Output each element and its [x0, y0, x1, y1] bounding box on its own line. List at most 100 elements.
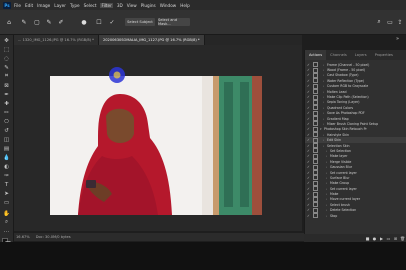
- dialog-toggle-icon[interactable]: [313, 202, 318, 208]
- check-icon[interactable]: ✓: [307, 106, 312, 110]
- dialog-toggle-icon[interactable]: [313, 180, 318, 186]
- dialog-toggle-icon[interactable]: [313, 121, 318, 127]
- collapse-panels-icon[interactable]: »: [396, 36, 406, 42]
- dialog-toggle-icon[interactable]: [313, 143, 318, 149]
- move-tool-icon[interactable]: ✥: [2, 37, 11, 44]
- path-select-tool-icon[interactable]: ➤: [2, 190, 11, 197]
- check-icon[interactable]: ✓: [307, 214, 312, 218]
- dialog-toggle-icon[interactable]: [313, 99, 318, 105]
- check-icon[interactable]: ✓: [307, 144, 312, 148]
- pen-tool-icon[interactable]: ✑: [2, 172, 11, 179]
- tab-properties[interactable]: Properties: [371, 50, 397, 60]
- menu-view[interactable]: View: [127, 3, 137, 8]
- check-icon[interactable]: ✓: [307, 63, 312, 67]
- check-icon[interactable]: ✓: [307, 154, 312, 158]
- menu-help[interactable]: Help: [180, 3, 190, 8]
- dialog-toggle-icon[interactable]: [313, 196, 318, 202]
- menu-type[interactable]: Type: [70, 3, 80, 8]
- eraser-tool-icon[interactable]: ◫: [2, 136, 11, 143]
- dialog-toggle-icon[interactable]: [313, 207, 318, 213]
- check-icon[interactable]: ✓: [307, 122, 312, 126]
- tab-document-1[interactable]: ... 1320_IMG_1126.JPG @ 16.7% (RGB/8) *: [14, 35, 99, 45]
- dialog-toggle-icon[interactable]: [313, 110, 318, 116]
- dialog-toggle-icon[interactable]: [313, 153, 318, 159]
- select-and-mask-button[interactable]: Select and Mask...: [158, 18, 190, 26]
- dialog-toggle-icon[interactable]: [313, 164, 318, 170]
- new-selection-icon[interactable]: ▢: [33, 18, 41, 26]
- check-icon[interactable]: ✓: [307, 187, 312, 191]
- dialog-toggle-icon[interactable]: [313, 116, 318, 122]
- clone-stamp-icon[interactable]: ⎔: [2, 118, 11, 125]
- new-action-icon[interactable]: ⊞: [392, 236, 399, 241]
- zoom-level[interactable]: 16.67%: [16, 235, 30, 239]
- frame-tool-icon[interactable]: ⊠: [2, 82, 11, 89]
- check-icon[interactable]: ✓: [307, 197, 312, 201]
- check-icon[interactable]: ✓: [307, 79, 312, 83]
- dialog-toggle-icon[interactable]: [313, 159, 318, 165]
- lasso-tool-icon[interactable]: ◌: [2, 55, 11, 62]
- check-icon[interactable]: ✓: [307, 160, 312, 164]
- check-icon[interactable]: ✓: [307, 95, 312, 99]
- menu-file[interactable]: File: [14, 3, 21, 8]
- dialog-toggle-icon[interactable]: [313, 78, 318, 84]
- hand-tool-icon[interactable]: ✋: [2, 210, 11, 217]
- record-icon[interactable]: ●: [371, 236, 378, 241]
- photoshop-logo[interactable]: Ps: [3, 1, 11, 9]
- healing-brush-icon[interactable]: ✚: [2, 100, 11, 107]
- check-icon[interactable]: ✓: [307, 117, 312, 121]
- menu-layer[interactable]: Layer: [54, 3, 66, 8]
- dialog-toggle-icon[interactable]: [313, 148, 318, 154]
- check-icon[interactable]: ✓: [307, 176, 312, 180]
- new-set-icon[interactable]: ▭: [385, 236, 392, 241]
- dialog-toggle-icon[interactable]: [313, 132, 318, 138]
- blur-tool-icon[interactable]: 💧: [2, 154, 11, 161]
- crop-tool-icon[interactable]: ⌗: [2, 73, 11, 80]
- stop-icon[interactable]: ■: [364, 236, 371, 241]
- shape-tool-icon[interactable]: ▭: [2, 199, 11, 206]
- type-tool-icon[interactable]: T: [2, 181, 11, 188]
- check-icon[interactable]: ✓: [307, 208, 312, 212]
- tab-channels[interactable]: Channels: [326, 50, 351, 60]
- workspace-icon[interactable]: ▭: [386, 18, 394, 26]
- action-row[interactable]: ✓ › Stop: [305, 213, 406, 219]
- dialog-toggle-icon[interactable]: [313, 175, 318, 181]
- delete-icon[interactable]: 🗑: [399, 236, 406, 241]
- dialog-toggle-icon[interactable]: [313, 105, 318, 111]
- eyedropper-tool-icon[interactable]: ✒: [2, 91, 11, 98]
- check-icon[interactable]: ✓: [307, 84, 312, 88]
- dialog-toggle-icon[interactable]: [313, 72, 318, 78]
- check-icon[interactable]: ✓: [307, 133, 312, 137]
- marquee-tool-icon[interactable]: ⬚: [2, 46, 11, 53]
- check-icon[interactable]: ✓: [307, 203, 312, 207]
- check-icon[interactable]: ✓: [307, 181, 312, 185]
- brush-size-icon[interactable]: ●: [80, 18, 88, 26]
- menu-window[interactable]: Window: [160, 3, 177, 8]
- dialog-toggle-icon[interactable]: [313, 186, 318, 192]
- check-icon[interactable]: ✓: [307, 100, 312, 104]
- menu-3d[interactable]: 3D: [117, 3, 123, 8]
- dodge-tool-icon[interactable]: ◐: [2, 163, 11, 170]
- dialog-toggle-icon[interactable]: [313, 213, 318, 219]
- share-icon[interactable]: ⇪: [396, 18, 404, 26]
- brush-tool-icon[interactable]: ✏: [2, 109, 11, 116]
- quick-select-tool-icon[interactable]: ✎: [2, 64, 11, 71]
- check-icon[interactable]: ✓: [307, 127, 312, 131]
- check-icon[interactable]: ✓: [307, 68, 312, 72]
- enhance-edge-icon[interactable]: ✓: [108, 18, 116, 26]
- dialog-toggle-icon[interactable]: [313, 94, 318, 100]
- check-icon[interactable]: ✓: [307, 73, 312, 77]
- dialog-toggle-icon[interactable]: [313, 83, 318, 89]
- history-brush-icon[interactable]: ↺: [2, 127, 11, 134]
- menu-image[interactable]: Image: [37, 3, 50, 8]
- dialog-toggle-icon[interactable]: [313, 67, 318, 73]
- add-to-selection-icon[interactable]: ✎: [45, 18, 53, 26]
- check-icon[interactable]: ✓: [307, 171, 312, 175]
- sample-all-layers-icon[interactable]: ☐: [95, 18, 103, 26]
- dialog-toggle-icon[interactable]: [313, 191, 318, 197]
- check-icon[interactable]: ✓: [307, 111, 312, 115]
- gradient-tool-icon[interactable]: ▤: [2, 145, 11, 152]
- more-tools-icon[interactable]: ⋯: [2, 228, 11, 235]
- check-icon[interactable]: ✓: [307, 138, 312, 142]
- menu-plugins[interactable]: Plugins: [141, 3, 156, 8]
- subtract-selection-icon[interactable]: ✐: [57, 18, 65, 26]
